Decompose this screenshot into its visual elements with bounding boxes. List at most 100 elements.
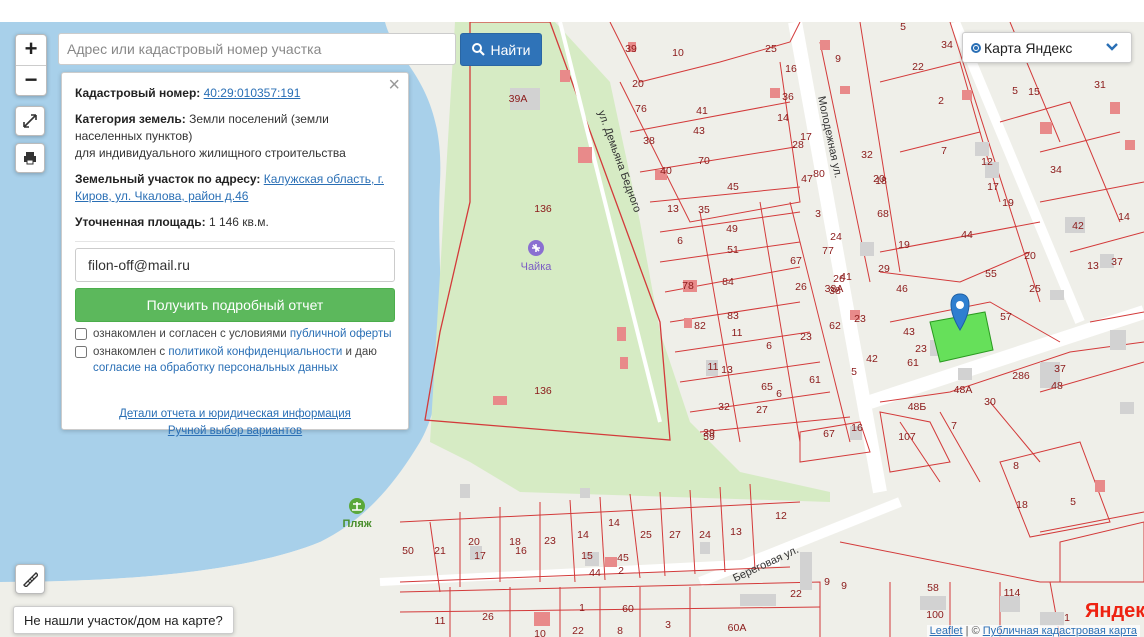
printer-icon [24,152,36,165]
parcel-number-label: 10 [534,628,546,637]
parcel-number-label: 16 [785,63,797,75]
parcel-number-label: 42 [1072,220,1084,232]
not-found-button[interactable]: Не нашли участок/дом на карте? [13,606,234,634]
parcel-number-label: 45 [617,552,629,564]
parcel-number-label: 70 [698,155,710,167]
zoom-in-button[interactable]: + [16,35,46,65]
parcel-number-label: 114 [1004,587,1021,599]
area-label: Уточненная площадь: [75,215,206,229]
parcel-number-label: 13 [667,203,679,215]
yandex-logo: Яндекс [1085,600,1144,623]
parcel-number-label: 20 [468,536,480,548]
parcel-number-label: 7 [941,145,947,157]
expand-icon [23,114,37,128]
parcel-number-label: 5 [900,22,906,33]
report-details-link[interactable]: Детали отчета и юридическая информация [119,408,351,420]
fullscreen-button[interactable] [15,106,45,136]
parcel-number-label: 15 [581,550,593,562]
ruler-icon [23,572,38,587]
parcel-number-label: 11 [732,327,743,339]
parcel-number-label: 3 [815,208,821,220]
parcel-number-label: 20 [1024,250,1036,262]
offer-checkbox[interactable] [75,328,87,340]
parcel-number-label: 77 [822,245,834,257]
area-value: 1 146 кв.м. [208,215,269,229]
parcel-number-label: 23 [800,331,812,343]
search-icon [471,43,485,56]
email-field[interactable] [75,248,395,282]
leaflet-link[interactable]: Leaflet [930,625,963,637]
poi-label-plyazh: Пляж [342,518,371,530]
privacy-text: ознакомлен с [93,346,166,358]
parcel-number-label: 14 [577,529,589,541]
parcel-number-label: 62 [829,320,841,332]
parcel-number-label: 44 [961,229,973,241]
ruler-button[interactable] [15,564,45,594]
parcel-number-label: 15 [1028,86,1040,98]
get-report-button[interactable]: Получить подробный отчет [75,288,395,322]
personal-data-consent-link[interactable]: согласие на обработку персональных данны… [93,362,338,374]
print-button[interactable] [15,143,45,173]
parcel-number-label: 21 [434,545,446,557]
yandex-logo-rest: ндекс [1099,600,1144,622]
offer-link[interactable]: публичной оферты [290,328,392,340]
parcel-number-label: 60 [622,603,634,615]
pkk-link[interactable]: Публичная кадастровая карта [983,625,1137,637]
parcel-number-label: 5 [851,366,857,378]
parcel-number-label: 28 [792,139,804,151]
zoom-out-button[interactable]: − [16,65,46,96]
parcel-number-label: 10 [672,47,684,59]
parcel-number-label: 34 [941,39,953,51]
map-layer-select[interactable]: Карта Яндекс [962,32,1132,63]
category-use: для индивидуального жилищного строительс… [75,146,346,160]
parcel-number-label: 2 [618,565,624,577]
parcel-number-label: 25 [1029,283,1041,295]
search-input[interactable] [58,33,456,65]
parcel-number-label: 29 [878,263,890,275]
parcel-number-label: 65 [761,381,773,393]
parcel-number-label: 20 [632,78,644,90]
parcel-number-label: 136 [534,203,552,215]
parcel-number-label: 14 [777,112,789,124]
map-layer-selected: Карта Яндекс [984,39,1073,56]
parcel-number-label: 80 [813,168,825,180]
parcel-number-label: 26 [482,611,494,623]
attribution-separator: | © [962,625,983,637]
parcel-number-label: 42 [866,353,878,365]
parcel-number-label: 27 [669,529,681,541]
parcel-number-label: 58 [927,582,939,594]
parcel-number-label: 35 [698,204,710,216]
parcel-number-label: 19 [898,239,910,251]
parcel-number-label: 1 [579,602,585,614]
parcel-number-label: 36 [782,91,794,103]
parcel-number-label: 68 [877,208,889,220]
privacy-checkbox[interactable] [75,346,87,358]
parcel-number-label: 31 [1094,79,1106,91]
parcel-number-label: 30 [984,396,996,408]
parcel-number-label: 57 [1000,311,1012,323]
parcel-number-label: 44 [589,567,601,579]
cadastral-row: Кадастровый номер: 40:29:010357:191 [75,85,395,102]
cadastral-number-link[interactable]: 40:29:010357:191 [204,86,301,100]
parcel-number-label: 39 [703,427,715,439]
privacy-link[interactable]: политикой конфиденциальности [168,346,342,358]
parcel-number-label: 20 [873,173,885,185]
search-button[interactable]: Найти [460,33,542,66]
parcel-number-label: 49 [726,223,738,235]
parcel-number-label: 39А [509,93,528,105]
parcel-number-label: 34 [1050,164,1062,176]
parcel-number-label: 67 [823,428,835,440]
parcel-number-label: 14 [608,517,620,529]
map-attribution: Leaflet | © Публичная кадастровая карта [926,625,1140,637]
chevron-down-icon [1106,43,1118,51]
parcel-number-label: 24 [699,529,711,541]
parcel-number-label: 32 [861,149,873,161]
zoom-control: + − [15,34,47,96]
parcel-number-label: 76 [635,103,647,115]
close-icon[interactable]: × [388,75,400,95]
parcel-number-label: 6 [766,340,772,352]
manual-selection-link[interactable]: Ручной выбор вариантов [168,425,302,437]
parcel-number-label: 9 [824,576,830,588]
parcel-number-label: 13 [730,526,742,538]
parcel-number-label: 6 [776,388,782,400]
